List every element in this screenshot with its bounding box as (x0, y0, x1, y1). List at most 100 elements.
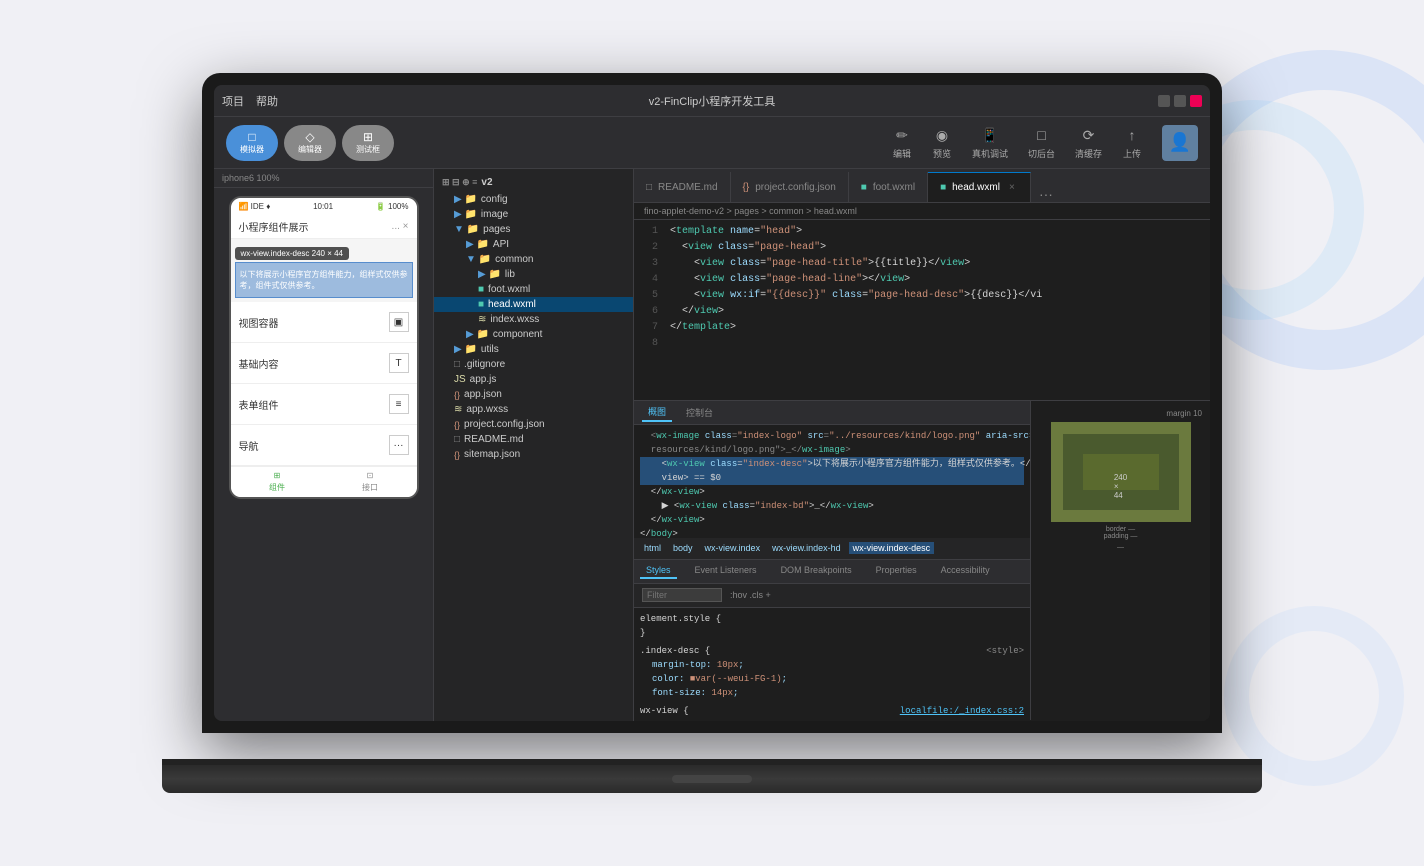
html-line-4: view> == $0 (640, 471, 1024, 485)
phone-list-item-3[interactable]: 导航 ··· (231, 425, 417, 466)
devtools-tab-console[interactable]: 控制台 (680, 404, 719, 421)
folder-icon: ▶ 📁 (454, 344, 477, 355)
phone-nav-components[interactable]: ⊞ 组件 (231, 471, 324, 493)
phone-menu-btn[interactable]: ... × (392, 221, 409, 232)
tree-item-app-wxss[interactable]: ≋ app.wxss (434, 402, 633, 417)
editor-code-area[interactable]: 12345678 <template name="head"> <view cl… (634, 220, 1210, 400)
tab-project-config[interactable]: {} project.config.json (731, 172, 849, 202)
tree-item-readme[interactable]: □ README.md (434, 432, 633, 447)
phone-list-item-0[interactable]: 视图容器 ▣ (231, 302, 417, 343)
list-item-icon-2: ≡ (389, 394, 409, 414)
toolbar-preview-btn[interactable]: ◉ 预览 (932, 125, 952, 160)
dom-tag-html[interactable]: html (640, 542, 665, 554)
devtools-tab-overview[interactable]: 概图 (642, 403, 672, 422)
filetree-root: v2 (481, 177, 492, 188)
file-icon: ≋ (478, 314, 486, 325)
styles-filter-input[interactable] (642, 588, 722, 602)
file-icon: {} (454, 420, 460, 430)
tab-head-wxml[interactable]: ■ head.wxml × (928, 172, 1031, 202)
tree-item-api[interactable]: ▶ 📁 API (434, 237, 633, 252)
dom-tag-body[interactable]: body (669, 542, 697, 554)
tab-more-btn[interactable]: ··· (1031, 186, 1061, 202)
tree-item-label: head.wxml (488, 299, 536, 310)
mode-simulator-btn[interactable]: □ 模拟器 (226, 125, 278, 161)
mode-test-btn[interactable]: ⊞ 测试框 (342, 125, 394, 161)
css-rules: element.style { } .index-desc { <style> … (634, 608, 1030, 721)
tree-item-component[interactable]: ▶ 📁 component (434, 327, 633, 342)
dom-breadcrumb: html body wx-view.index wx-view.index-hd… (634, 538, 1030, 560)
tree-item-lib[interactable]: ▶ 📁 lib (434, 267, 633, 282)
tree-item-foot-wxml[interactable]: ■ foot.wxml (434, 282, 633, 297)
editor-panel: □ README.md {} project.config.json ■ foo… (634, 169, 1210, 721)
toolbar-background-btn[interactable]: □ 切后台 (1028, 125, 1055, 160)
html-line-3: <wx-view class="index-desc">以下将展示小程序官方组件… (640, 457, 1024, 471)
code-line-8 (670, 336, 1202, 352)
css-selector: element.style { (640, 612, 1024, 626)
maximize-btn[interactable] (1174, 95, 1186, 107)
tab-icon-head: ■ (940, 182, 946, 193)
tree-item-head-wxml[interactable]: ■ head.wxml (434, 297, 633, 312)
tree-item-label: index.wxss (490, 314, 539, 325)
tree-item-app-json[interactable]: {} app.json (434, 387, 633, 402)
tree-item-image[interactable]: ▶ 📁 image (434, 207, 633, 222)
tree-item-pages[interactable]: ▼ 📁 pages (434, 222, 633, 237)
tree-item-sitemap[interactable]: {} sitemap.json (434, 447, 633, 462)
close-btn[interactable] (1190, 95, 1202, 107)
folder-icon: ▶ 📁 (466, 329, 489, 340)
css-rule-wx-view: wx-view { localfile:/_index.css:2 displa… (640, 704, 1024, 721)
toolbar-edit-btn[interactable]: ✏ 编辑 (892, 125, 912, 160)
html-line-5: </wx-view> (640, 485, 1024, 499)
phone-list-item-2[interactable]: 表单组件 ≡ (231, 384, 417, 425)
css-selector-index-desc: .index-desc { (640, 644, 710, 658)
filetree-panel: ⊞ ⊟ ⊕ ≡ v2 ▶ 📁 config ▶ 📁 image ▼ 📁 page… (434, 169, 634, 721)
tree-item-common[interactable]: ▼ 📁 common (434, 252, 633, 267)
tab-readme[interactable]: □ README.md (634, 172, 731, 202)
toolbar-real-debug-btn[interactable]: 📱 真机调试 (972, 125, 1008, 160)
tab-close-icon[interactable]: × (1006, 182, 1018, 194)
tree-item-label: pages (483, 224, 510, 235)
user-avatar[interactable]: 👤 (1162, 125, 1198, 161)
minimize-btn[interactable] (1158, 95, 1170, 107)
folder-icon: ▶ 📁 (478, 269, 501, 280)
html-line-8: </body> (640, 527, 1024, 538)
tree-item-index-wxss[interactable]: ≋ index.wxss (434, 312, 633, 327)
menu-item-project[interactable]: 项目 (222, 93, 244, 109)
tab-foot-wxml[interactable]: ■ foot.wxml (849, 172, 928, 202)
tree-item-gitignore[interactable]: □ .gitignore (434, 357, 633, 372)
toolbar-actions: ✏ 编辑 ◉ 预览 📱 真机调试 □ 切后台 (892, 125, 1198, 161)
file-icon: □ (454, 359, 460, 370)
styles-tab-dom[interactable]: DOM Breakpoints (775, 563, 858, 579)
tree-item-app-js[interactable]: JS app.js (434, 372, 633, 387)
tree-item-label: README.md (464, 434, 523, 445)
folder-icon: ▶ 📁 (466, 239, 489, 250)
code-line-3: <view class="page-head-title">{{title}}<… (670, 256, 1202, 272)
tree-item-label: sitemap.json (464, 449, 520, 460)
styles-tab-events[interactable]: Event Listeners (689, 563, 763, 579)
menu-item-help[interactable]: 帮助 (256, 93, 278, 109)
styles-tab-props[interactable]: Properties (870, 563, 923, 579)
tree-item-label: foot.wxml (488, 284, 530, 295)
tab-icon-readme: □ (646, 182, 652, 193)
phone-list-item-1[interactable]: 基础内容 T (231, 343, 417, 384)
tree-item-utils[interactable]: ▶ 📁 utils (434, 342, 633, 357)
dom-tag-wx-view-index[interactable]: wx-view.index (701, 542, 765, 554)
toolbar-clear-cache-btn[interactable]: ⟳ 清缓存 (1075, 125, 1102, 160)
css-rule-header: .index-desc { <style> (640, 644, 1024, 658)
css-source-link[interactable]: localfile:/_index.css:2 (900, 704, 1024, 718)
tree-item-config[interactable]: ▶ 📁 config (434, 192, 633, 207)
dom-tag-wx-view-desc[interactable]: wx-view.index-desc (849, 542, 935, 554)
phone-highlight-element: 以下将展示小程序官方组件能力，组样式仅供参考，组件式仅供参考。 (235, 262, 413, 298)
pseudo-filter[interactable]: :hov .cls + (730, 590, 771, 600)
file-icon: ■ (478, 284, 484, 295)
styles-tab-access[interactable]: Accessibility (935, 563, 996, 579)
simulator-panel: iphone6 100% 📶 IDE ♦ 10:01 🔋 100% 小程序组件展… (214, 169, 434, 721)
mode-editor-btn[interactable]: ◇ 编辑器 (284, 125, 336, 161)
devtools-panel: 概图 控制台 <wx-image class="index-logo" src=… (634, 400, 1210, 720)
phone-nav-api[interactable]: ⊡ 接口 (324, 471, 417, 493)
box-model-panel: margin 10 240 × 44 (1030, 401, 1210, 720)
tree-item-project-config[interactable]: {} project.config.json (434, 417, 633, 432)
toolbar-upload-btn[interactable]: ↑ 上传 (1122, 125, 1142, 160)
styles-tab-styles[interactable]: Styles (640, 563, 677, 579)
html-line-2: resources/kind/logo.png">_</wx-image> (640, 443, 1024, 457)
dom-tag-wx-view-hd[interactable]: wx-view.index-hd (768, 542, 845, 554)
